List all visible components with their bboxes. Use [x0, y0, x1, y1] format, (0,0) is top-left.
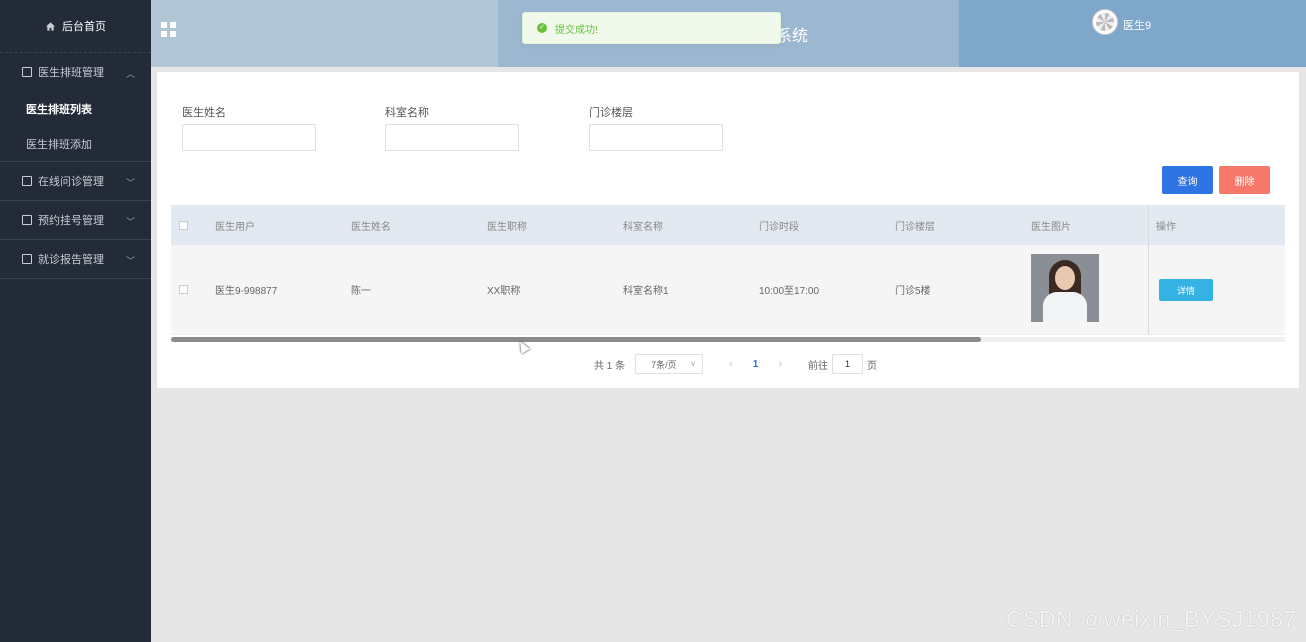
field-label-doctor-name: 医生姓名 — [182, 107, 226, 119]
sidebar-item-label: 在线问诊管理 — [38, 176, 104, 188]
page-suffix: 页 — [867, 360, 878, 372]
column-header[interactable]: 医生图片 — [1031, 218, 1071, 233]
header-right-band — [959, 0, 1306, 67]
select-all-checkbox[interactable] — [179, 220, 188, 230]
row-checkbox[interactable] — [179, 285, 188, 294]
sidebar-item-report[interactable]: 就诊报告管理 ﹀ — [0, 240, 151, 278]
menu-icon — [22, 67, 32, 77]
delete-button[interactable]: 删除 — [1219, 166, 1270, 194]
chevron-up-icon: ︿ — [125, 69, 135, 79]
column-header: 操作 — [1156, 221, 1176, 233]
sidebar-item-schedule[interactable]: 医生排班管理 ︿ — [0, 53, 151, 91]
grid-menu-icon[interactable] — [161, 22, 176, 37]
sidebar-item-consult[interactable]: 在线问诊管理 ﹀ — [0, 162, 151, 200]
fixed-column-divider — [1148, 205, 1149, 245]
doctor-photo[interactable] — [1031, 254, 1099, 322]
column-header[interactable]: 门诊楼层 — [895, 218, 935, 233]
chevron-down-icon: ∨ — [690, 359, 697, 368]
goto-label: 前往 — [808, 360, 829, 372]
cell-time: 10:00至17:00 — [759, 286, 820, 297]
menu-icon — [22, 254, 32, 264]
sidebar-home-label: 后台首页 — [62, 21, 106, 33]
cell-name: 陈一 — [351, 286, 371, 297]
sidebar-home[interactable]: 后台首页 — [0, 0, 151, 52]
sidebar-item-booking[interactable]: 预约挂号管理 ﹀ — [0, 201, 151, 239]
page-size-value: 7条/页 — [651, 359, 677, 370]
column-header[interactable]: 医生姓名 — [351, 218, 391, 233]
query-button[interactable]: 查询 — [1162, 166, 1213, 194]
username[interactable]: 医生9 — [1123, 17, 1151, 33]
schedule-table: 医生用户 医生姓名 医生职称 科室名称 门诊时段 门诊楼层 医生图片 操作 医生… — [171, 205, 1285, 335]
sidebar-subitem-schedule-add[interactable]: 医生排班添加 — [0, 126, 151, 161]
pagination: 共 1 条 7条/页 ∨ ‹ 1 › 前往 1 页 — [594, 354, 877, 374]
fixed-column-divider — [1148, 245, 1149, 334]
sidebar-group-report: 就诊报告管理 ﹀ — [0, 240, 151, 279]
cell-user: 医生9-998877 — [215, 286, 278, 297]
toast-message: 提交成功! — [555, 24, 598, 36]
sidebar-group-booking: 预约挂号管理 ﹀ — [0, 201, 151, 240]
column-header[interactable]: 门诊时段 — [759, 218, 799, 233]
scrollbar-thumb[interactable] — [171, 337, 981, 342]
page-number[interactable]: 1 — [753, 359, 759, 370]
sidebar-subitem-schedule-list[interactable]: 医生排班列表 — [0, 91, 151, 126]
dept-name-input[interactable] — [385, 124, 519, 151]
column-header[interactable]: 科室名称 — [623, 218, 663, 233]
sidebar: 后台首页 医生排班管理 ︿ 医生排班列表 医生排班添加 在线问诊管理 ﹀ 预约挂… — [0, 0, 151, 642]
cell-title: XX职称 — [487, 286, 521, 297]
page-size-select[interactable]: 7条/页 ∨ — [635, 354, 704, 374]
prev-page-icon[interactable]: ‹ — [729, 358, 733, 370]
table-header: 医生用户 医生姓名 医生职称 科室名称 门诊时段 门诊楼层 医生图片 操作 — [171, 205, 1285, 245]
field-label-floor: 门诊楼层 — [589, 107, 633, 119]
detail-button[interactable]: 详情 — [1159, 279, 1213, 301]
chevron-down-icon: ﹀ — [125, 256, 135, 266]
goto-page-input[interactable]: 1 — [832, 354, 864, 374]
column-header[interactable]: 医生职称 — [487, 218, 527, 233]
success-toast: ✓ 提交成功! — [522, 12, 781, 44]
sidebar-item-label: 就诊报告管理 — [38, 254, 104, 266]
chevron-down-icon: ﹀ — [125, 217, 135, 227]
sidebar-item-label: 医生排班管理 — [38, 67, 104, 79]
sidebar-group-schedule: 医生排班管理 ︿ 医生排班列表 医生排班添加 — [0, 52, 151, 162]
next-page-icon[interactable]: › — [778, 358, 782, 370]
menu-icon — [22, 215, 32, 225]
cell-dept: 科室名称1 — [623, 286, 669, 297]
chevron-down-icon: ﹀ — [125, 178, 135, 188]
floor-input[interactable] — [589, 124, 723, 151]
sidebar-group-consult: 在线问诊管理 ﹀ — [0, 162, 151, 201]
main-card: 医生姓名 科室名称 门诊楼层 查询 删除 医生用户 医生姓名 医生职称 科室名称… — [157, 72, 1299, 388]
check-circle-icon: ✓ — [537, 23, 547, 33]
home-icon — [45, 21, 56, 31]
table-row: 医生9-998877 陈一 XX职称 科室名称1 10:00至17:00 门诊5… — [171, 245, 1285, 335]
doctor-name-input[interactable] — [182, 124, 316, 151]
sidebar-item-label: 预约挂号管理 — [38, 215, 104, 227]
cell-floor: 门诊5楼 — [895, 286, 931, 297]
menu-icon — [22, 176, 32, 186]
column-header[interactable]: 医生用户 — [215, 218, 255, 233]
watermark: CSDN @weixin_BYSJ1987 — [1006, 606, 1297, 632]
horizontal-scrollbar[interactable] — [171, 337, 1285, 342]
field-label-dept-name: 科室名称 — [385, 107, 429, 119]
pagination-total: 共 1 条 — [594, 360, 626, 372]
avatar[interactable] — [1092, 9, 1118, 35]
